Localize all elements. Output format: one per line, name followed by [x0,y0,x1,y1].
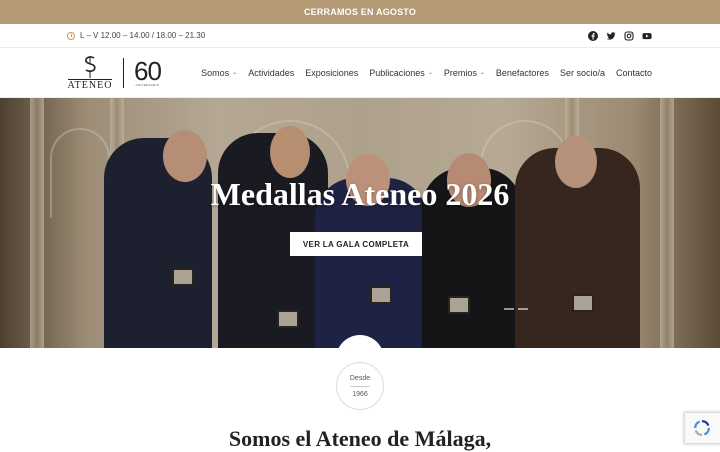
opening-hours-text: L – V 12.00 – 14.00 / 18.00 – 21.30 [80,31,206,40]
nav-item-label: Ser socio/a [559,67,605,78]
nav-item-label: Exposiciones [305,67,359,78]
opening-hours: L – V 12.00 – 14.00 / 18.00 – 21.30 [67,31,205,40]
hero-title: Medallas Ateneo 2026 [210,176,510,212]
instagram-icon[interactable] [624,30,634,41]
nav-item-label: Premios [443,67,477,78]
anniversary-number: 60 [134,55,162,86]
nav-item-exposiciones[interactable]: Exposiciones [305,68,358,78]
info-bar: L – V 12.00 – 14.00 / 18.00 – 21.30 [0,24,720,48]
recaptcha-icon [694,420,710,436]
primary-menu: Somos ⌄ Actividades Exposiciones Publicac… [201,68,652,78]
nav-item-label: Contacto [615,67,652,78]
recaptcha-badge[interactable] [684,412,720,444]
anniversary-logo: 60 ANIVERSARIO [134,55,162,87]
since-label: Desde [349,374,371,382]
logo-divider [123,57,124,88]
nav-item-actividades[interactable]: Actividades [248,68,294,78]
chevron-down-icon: ⌄ [427,70,433,76]
chevron-down-icon: ⌄ [232,70,238,76]
section-heading: Somos el Ateneo de Málaga, [228,426,492,451]
youtube-icon[interactable] [642,31,652,41]
since-year: 1966 [352,390,368,398]
main-navigation: ATENEO 60 ANIVERSARIO Somos ⌄ Actividades… [0,48,720,98]
hero-banner: Medallas Ateneo 2026 VER LA GALA COMPLET… [0,98,720,348]
twitter-icon[interactable] [606,31,616,41]
slider-dot[interactable] [518,308,528,310]
nav-item-benefactores[interactable]: Benefactores [496,68,549,78]
announcement-text: CERRAMOS EN AGOSTO [303,7,417,17]
since-divider [350,385,370,387]
nav-item-label: Actividades [248,67,295,78]
nav-item-ser-socio[interactable]: Ser socio/a [560,68,605,78]
since-badge: Desde 1966 [336,362,384,410]
nav-item-premios[interactable]: Premios ⌄ [444,68,485,78]
site-logo[interactable]: ATENEO 60 ANIVERSARIO [67,55,201,91]
nav-item-publicaciones[interactable]: Publicaciones ⌄ [369,68,433,78]
nav-item-label: Somos [201,67,230,78]
clock-icon [67,31,75,40]
social-links [588,30,652,41]
announcement-bar: CERRAMOS EN AGOSTO [0,0,720,24]
hero-overlay [0,98,720,348]
facebook-icon[interactable] [588,30,598,41]
nav-item-somos[interactable]: Somos ⌄ [201,68,237,78]
watch-gala-button[interactable]: VER LA GALA COMPLETA [290,232,422,256]
chevron-down-icon: ⌄ [479,70,485,76]
slider-dot[interactable] [504,308,514,310]
ateneo-emblem-icon [85,55,96,78]
nav-item-contacto[interactable]: Contacto [616,68,652,78]
anniversary-label: ANIVERSARIO [135,82,160,87]
hero-slider-indicators [504,308,528,310]
logo-wordmark: ATENEO [67,78,113,91]
nav-item-label: Benefactores [495,67,549,78]
ateneo-logo: ATENEO [67,55,113,91]
nav-item-label: Publicaciones [369,67,425,78]
